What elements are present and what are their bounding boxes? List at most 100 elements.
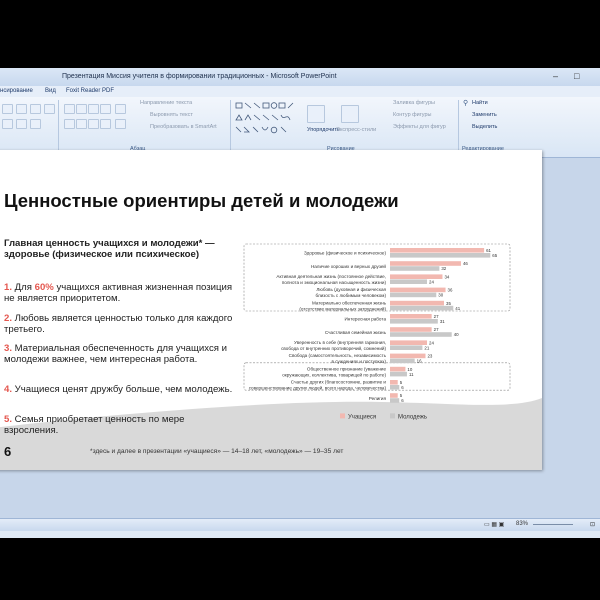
data-label: 6 xyxy=(401,385,404,390)
zoom-slider[interactable] xyxy=(533,524,573,525)
data-label: 34 xyxy=(444,274,449,279)
align-right-button[interactable] xyxy=(88,119,99,129)
bar-students xyxy=(390,274,443,279)
category-label: близость с любимым человеком) xyxy=(316,293,387,298)
bar-youth xyxy=(390,332,452,337)
bar-youth xyxy=(390,345,423,350)
category-label: в суждениях и поступках) xyxy=(332,359,387,364)
values-bar-chart: Здоровье (физическое и психическое) 6165 Н… xyxy=(243,243,511,420)
font-color-button[interactable] xyxy=(30,119,41,129)
maximize-icon[interactable]: □ xyxy=(574,71,579,81)
data-label: 46 xyxy=(463,261,468,266)
data-label: 27 xyxy=(434,327,439,332)
numbering-button[interactable] xyxy=(76,104,87,114)
shape-effects-button[interactable]: Эффекты для фигур xyxy=(393,124,446,130)
clear-format-button[interactable] xyxy=(44,104,55,114)
data-label: 61 xyxy=(486,248,491,253)
bar-students xyxy=(390,327,432,332)
decrease-indent-button[interactable] xyxy=(88,104,99,114)
find-button[interactable]: Найти xyxy=(472,100,488,106)
bar-students xyxy=(390,393,398,398)
align-left-button[interactable] xyxy=(64,119,75,129)
replace-button[interactable]: Заменить xyxy=(472,112,497,118)
bar-youth xyxy=(390,266,440,271)
zoom-level[interactable]: 83% xyxy=(516,521,528,527)
slide-subtitle: Главная ценность учащихся и молодежи* — … xyxy=(4,238,215,260)
increase-indent-button[interactable] xyxy=(100,104,111,114)
data-label: 21 xyxy=(424,345,429,350)
bar-students xyxy=(390,366,406,372)
line-spacing-button[interactable] xyxy=(115,104,126,114)
data-label: 6 xyxy=(401,398,404,403)
category-label: Религия xyxy=(369,396,387,401)
arrange-button[interactable]: Упорядочить xyxy=(307,127,340,133)
category-label: Свобода (самостоятельность, независимост… xyxy=(289,353,387,358)
legend-swatch xyxy=(390,413,395,419)
justify-button[interactable] xyxy=(100,119,111,129)
title-bar: Презентация Миссия учителя в формировани… xyxy=(0,68,600,86)
legend-label: Молодежь xyxy=(398,414,427,420)
align-center-button[interactable] xyxy=(76,119,87,129)
minimize-icon[interactable]: – xyxy=(553,71,558,81)
data-label: 35 xyxy=(446,301,451,306)
smartart-button[interactable]: Преобразовать в SmartArt xyxy=(150,124,217,130)
ribbon: Направление текста Выровнять текст Преоб… xyxy=(0,97,600,158)
category-label: Любовь (духовная и физическая xyxy=(316,287,386,292)
point-5: 5. Семья приобретает ценность по мере вз… xyxy=(4,414,185,436)
status-bar: ▭ ▦ ▣ 83% ⊡ xyxy=(0,518,600,531)
shape-outline-button[interactable]: Контур фигуры xyxy=(393,112,431,118)
data-label: 23 xyxy=(427,354,432,359)
quick-styles-button[interactable]: Экспресс-стили xyxy=(336,127,376,133)
powerpoint-window: Презентация Миссия учителя в формировани… xyxy=(0,68,600,538)
page-number: 6 xyxy=(4,444,12,459)
point-1: 1. Для 60% учащихся активная жизненная п… xyxy=(4,282,233,304)
footnote: *здесь и далее в презентации «учащиеся» … xyxy=(90,448,344,455)
category-label: Общественное признание (уважение xyxy=(307,366,387,371)
bullets-button[interactable] xyxy=(64,104,75,114)
arrange-icon[interactable] xyxy=(307,105,325,123)
shapes-gallery[interactable] xyxy=(235,102,303,138)
view-buttons-icon[interactable]: ▭ ▦ ▣ xyxy=(484,521,504,528)
shrink-font-button[interactable] xyxy=(30,104,41,114)
category-label: свобода от внутренних противоречий, сомн… xyxy=(281,345,386,351)
slide[interactable]: Ценностные ориентиры детей и молодежи Гл… xyxy=(0,150,542,470)
fit-slide-icon[interactable]: ⊡ xyxy=(590,521,595,528)
quick-styles-icon[interactable] xyxy=(341,105,359,123)
slide-editing-area[interactable]: Ценностные ориентиры детей и молодежи Гл… xyxy=(0,150,600,518)
category-label: Материально обеспеченная жизнь xyxy=(312,300,387,305)
bar-youth xyxy=(390,371,407,377)
align-text-button[interactable]: Выровнять текст xyxy=(150,112,193,118)
bar-students xyxy=(390,287,446,293)
category-label: полнота и эмоциональная насыщенность жиз… xyxy=(282,280,387,285)
shape-fill-button[interactable]: Заливка фигуры xyxy=(393,100,435,106)
tab-foxit[interactable]: Foxit Reader PDF xyxy=(66,88,114,94)
category-label: (отсутствие материальных затруднений) xyxy=(299,305,386,311)
tab-view[interactable]: Вид xyxy=(45,88,56,94)
ribbon-tabs: нсирование Вид Foxit Reader PDF xyxy=(0,86,600,97)
data-label: 40 xyxy=(454,332,459,337)
data-label: 31 xyxy=(440,319,445,324)
bar-youth xyxy=(390,385,400,390)
bar-youth xyxy=(390,253,491,258)
point-2: 2. Любовь является ценностью только для … xyxy=(4,313,233,335)
bar-students xyxy=(390,314,432,319)
category-label: Здоровье (физическое и психическое) xyxy=(304,251,386,256)
columns-button[interactable] xyxy=(115,119,126,129)
grow-font-button[interactable] xyxy=(16,104,27,114)
select-button[interactable]: Выделить xyxy=(472,124,497,130)
char-spacing-button[interactable] xyxy=(2,119,13,129)
bar-students xyxy=(390,300,444,306)
data-label: 36 xyxy=(448,288,453,293)
font-size-box[interactable] xyxy=(2,104,13,114)
point-3: 3. Материальная обеспеченность для учащи… xyxy=(4,343,227,365)
text-direction-button[interactable]: Направление текста xyxy=(140,100,192,106)
legend-label: Учащиеся xyxy=(348,414,376,420)
bar-students xyxy=(390,261,461,266)
data-label: 27 xyxy=(434,314,439,319)
bar-youth xyxy=(390,398,400,403)
data-label: 24 xyxy=(429,279,434,284)
bar-students xyxy=(390,340,428,345)
category-label: Активная деятельная жизнь (постоянное де… xyxy=(276,273,386,279)
change-case-button[interactable] xyxy=(16,119,27,129)
tab-slideshow[interactable]: нсирование xyxy=(0,88,33,94)
